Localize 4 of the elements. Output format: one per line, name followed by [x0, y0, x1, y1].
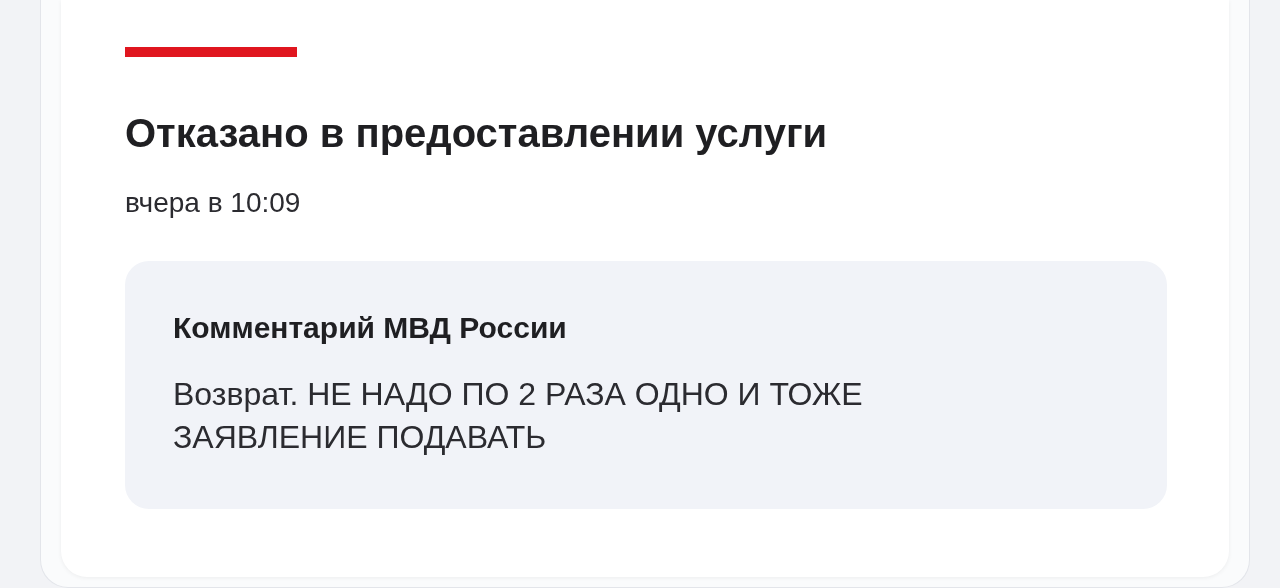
comment-heading: Комментарий МВД России — [173, 310, 568, 346]
status-title: Отказано в предоставлении услуги — [125, 110, 829, 157]
status-time: вчера в 10:09 — [125, 186, 302, 220]
comment-text: Возврат. НЕ НАДО ПО 2 РАЗА ОДНО И ТОЖЕ ЗАЯВЛЕНИЕ ПОДАВАТЬ — [173, 375, 864, 457]
